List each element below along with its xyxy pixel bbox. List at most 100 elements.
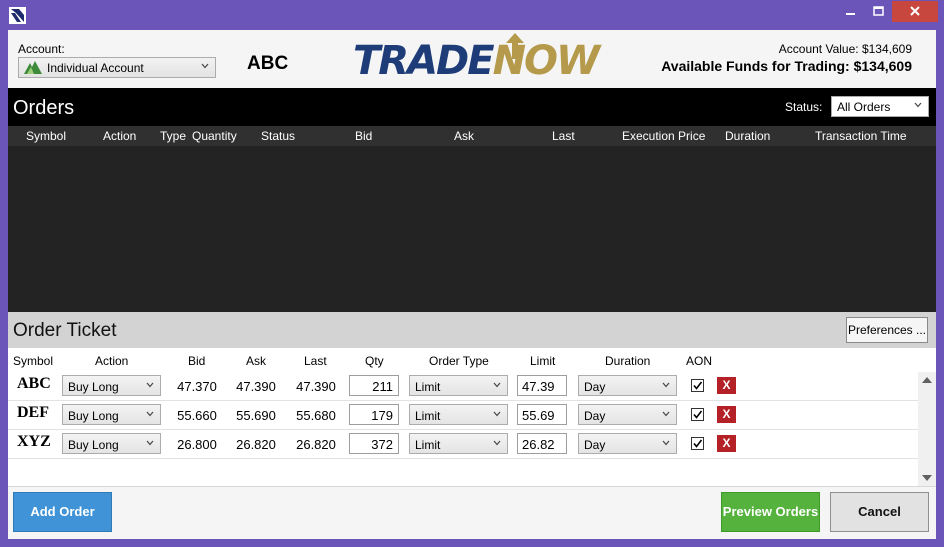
cancel-button[interactable]: Cancel — [830, 492, 929, 532]
chevron-down-icon — [146, 440, 154, 446]
ticket-col-symbol: Symbol — [13, 354, 54, 368]
order-type-select[interactable]: Limit — [409, 404, 508, 425]
minimize-icon — [846, 13, 855, 15]
ticket-column-header: Symbol Action Bid Ask Last Qty Order Typ… — [8, 348, 936, 372]
orders-col-type[interactable]: Type — [160, 129, 186, 143]
check-icon — [693, 381, 703, 390]
orders-col-transaction-time[interactable]: Transaction Time — [815, 129, 907, 143]
account-label: Account: — [18, 42, 65, 56]
qty-input[interactable]: 179 — [349, 404, 399, 425]
ticket-col-action: Action — [95, 354, 129, 368]
action-value: Buy Long — [68, 380, 119, 394]
orders-column-header: Symbol Action Type Quantity Status Bid A… — [8, 126, 936, 146]
qty-input[interactable]: 372 — [349, 433, 399, 454]
ticket-col-order-type: Order Type — [429, 354, 489, 368]
limit-input[interactable]: 47.39 — [517, 375, 567, 396]
scroll-down-icon[interactable] — [922, 475, 932, 481]
row-bid: 26.800 — [177, 437, 217, 452]
close-icon — [910, 6, 920, 16]
limit-input[interactable]: 26.82 — [517, 433, 567, 454]
client-area: Account: Individual Account ABC TRADE NOW… — [8, 30, 936, 539]
logo-arrow-icon — [505, 33, 524, 59]
order-ticket-bar: Order Ticket Preferences ... — [8, 312, 936, 348]
available-funds-text: Available Funds for Trading: $134,609 — [661, 58, 912, 74]
duration-value: Day — [584, 380, 606, 394]
app-window: Account: Individual Account ABC TRADE NOW… — [0, 0, 944, 547]
orders-col-symbol[interactable]: Symbol — [26, 129, 66, 143]
ticket-scrollbar[interactable] — [918, 372, 936, 486]
delete-row-button[interactable]: X — [717, 377, 736, 394]
row-bid: 47.370 — [177, 379, 217, 394]
orders-col-status[interactable]: Status — [261, 129, 295, 143]
add-order-button[interactable]: Add Order — [13, 492, 112, 532]
account-select[interactable]: Individual Account — [18, 57, 216, 78]
aon-checkbox[interactable] — [691, 437, 704, 450]
ticket-rows: ABC Buy Long 47.370 47.390 47.390 211 Li… — [8, 372, 918, 486]
row-last: 55.680 — [296, 408, 336, 423]
aon-checkbox[interactable] — [691, 408, 704, 421]
orders-col-action[interactable]: Action — [103, 129, 136, 143]
status-select[interactable]: All Orders — [831, 96, 929, 117]
row-last: 26.820 — [296, 437, 336, 452]
orders-col-execution-price[interactable]: Execution Price — [622, 129, 705, 143]
scroll-up-icon[interactable] — [922, 377, 932, 383]
status-label: Status: — [785, 100, 823, 114]
ticket-col-aon: AON — [686, 354, 713, 368]
row-ask: 26.820 — [236, 437, 276, 452]
aon-checkbox[interactable] — [691, 379, 704, 392]
row-bid: 55.660 — [177, 408, 217, 423]
selected-symbol: ABC — [247, 53, 289, 74]
order-type-select[interactable]: Limit — [409, 433, 508, 454]
row-symbol: DEF — [17, 404, 49, 421]
chevron-down-icon — [914, 102, 922, 108]
ticket-row: ABC Buy Long 47.370 47.390 47.390 211 Li… — [8, 372, 918, 401]
account-header: Account: Individual Account ABC TRADE NOW… — [8, 30, 936, 88]
duration-value: Day — [584, 438, 606, 452]
orders-col-last[interactable]: Last — [552, 129, 575, 143]
orders-list[interactable] — [8, 146, 936, 312]
row-ask: 47.390 — [236, 379, 276, 394]
row-symbol: XYZ — [17, 433, 51, 450]
check-icon — [693, 439, 703, 448]
ticket-col-bid: Bid — [188, 354, 206, 368]
orders-col-ask[interactable]: Ask — [454, 129, 474, 143]
duration-select[interactable]: Day — [578, 375, 677, 396]
ticket-col-last: Last — [304, 354, 327, 368]
tradenow-logo: TRADE NOW — [353, 33, 600, 84]
preferences-button[interactable]: Preferences ... — [846, 317, 928, 343]
action-value: Buy Long — [68, 438, 119, 452]
maximize-button[interactable] — [864, 1, 892, 22]
chevron-down-icon — [146, 411, 154, 417]
check-icon — [693, 410, 703, 419]
row-ask: 55.690 — [236, 408, 276, 423]
delete-row-button[interactable]: X — [717, 406, 736, 423]
row-last: 47.390 — [296, 379, 336, 394]
orders-col-quantity[interactable]: Quantity — [192, 129, 237, 143]
maximize-icon — [873, 6, 884, 16]
action-value: Buy Long — [68, 409, 119, 423]
orders-col-duration[interactable]: Duration — [725, 129, 770, 143]
preview-orders-button[interactable]: Preview Orders — [721, 492, 820, 532]
close-button[interactable] — [892, 1, 938, 22]
account-value: Individual Account — [47, 61, 144, 75]
chevron-down-icon — [493, 382, 501, 388]
order-type-select[interactable]: Limit — [409, 375, 508, 396]
orders-bar: Orders Status: All Orders — [8, 88, 936, 126]
delete-row-button[interactable]: X — [717, 435, 736, 452]
status-value: All Orders — [837, 100, 891, 114]
chevron-down-icon — [662, 382, 670, 388]
order-type-value: Limit — [415, 438, 441, 452]
order-type-value: Limit — [415, 409, 441, 423]
order-type-value: Limit — [415, 380, 441, 394]
duration-select[interactable]: Day — [578, 404, 677, 425]
minimize-button[interactable] — [836, 1, 864, 22]
ticket-row: DEF Buy Long 55.660 55.690 55.680 179 Li… — [8, 401, 918, 430]
orders-col-bid[interactable]: Bid — [355, 129, 372, 143]
duration-select[interactable]: Day — [578, 433, 677, 454]
limit-input[interactable]: 55.69 — [517, 404, 567, 425]
qty-input[interactable]: 211 — [349, 375, 399, 396]
action-select[interactable]: Buy Long — [62, 375, 161, 396]
action-select[interactable]: Buy Long — [62, 433, 161, 454]
logo-trade: TRADE — [353, 38, 495, 84]
action-select[interactable]: Buy Long — [62, 404, 161, 425]
